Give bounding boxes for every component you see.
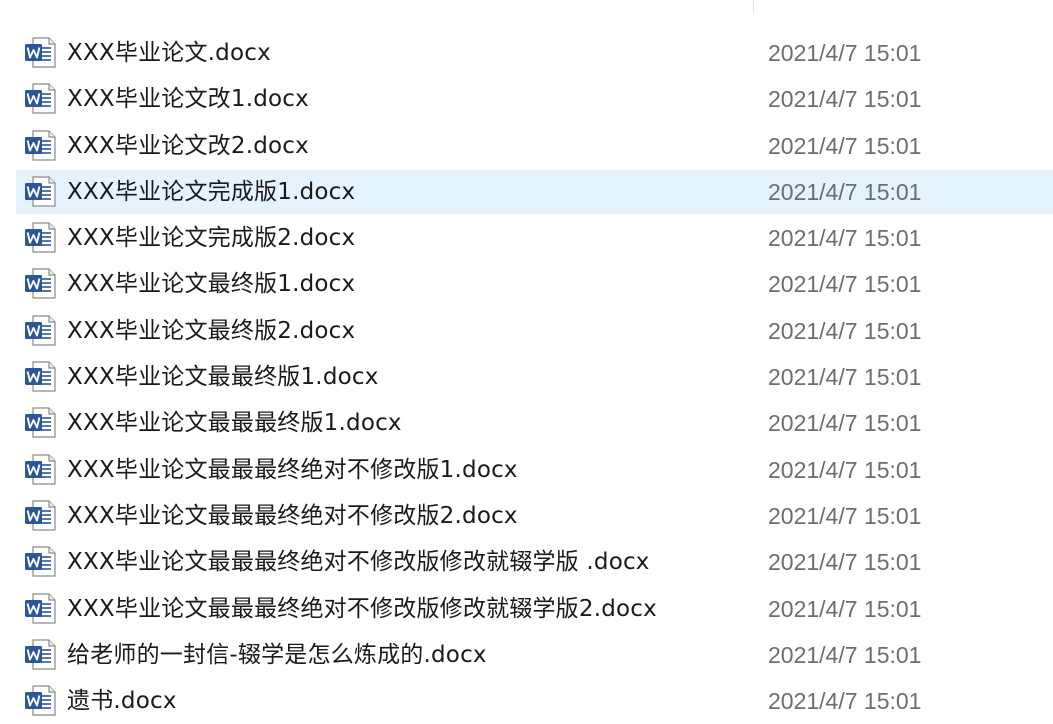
- file-name[interactable]: XXX毕业论文最终版1.docx: [67, 261, 355, 307]
- column-header[interactable]: [0, 0, 1053, 14]
- file-row[interactable]: XXX毕业论文改2.docx 2021/4/7 15:01: [0, 123, 1053, 169]
- file-modified-date: 2021/4/7 15:01: [768, 595, 922, 622]
- file-row[interactable]: XXX毕业论文最终版1.docx 2021/4/7 15:01: [0, 261, 1053, 307]
- file-modified-date: 2021/4/7 15:01: [768, 317, 922, 344]
- file-name[interactable]: XXX毕业论文完成版2.docx: [67, 215, 355, 261]
- word-document-icon: [24, 175, 57, 208]
- file-row[interactable]: XXX毕业论文.docx 2021/4/7 15:01: [0, 30, 1053, 76]
- word-document-icon: [24, 267, 57, 300]
- file-modified-date: 2021/4/7 15:01: [768, 225, 922, 252]
- word-document-icon: [24, 314, 57, 347]
- word-document-icon: [24, 360, 57, 393]
- file-row[interactable]: XXX毕业论文改1.docx 2021/4/7 15:01: [0, 76, 1053, 122]
- file-row[interactable]: 给老师的一封信-辍学是怎么炼成的.docx 2021/4/7 15:01: [0, 632, 1053, 678]
- file-modified-date: 2021/4/7 15:01: [768, 688, 922, 715]
- file-name[interactable]: XXX毕业论文最最最终绝对不修改版1.docx: [67, 447, 518, 493]
- file-modified-date: 2021/4/7 15:01: [768, 271, 922, 298]
- file-list: XXX毕业论文.docx 2021/4/7 15:01 XXX毕业论文改1.docx…: [0, 0, 1053, 722]
- file-name[interactable]: XXX毕业论文最最最终绝对不修改版2.docx: [67, 493, 518, 539]
- file-name[interactable]: XXX毕业论文改1.docx: [67, 76, 309, 122]
- file-modified-date: 2021/4/7 15:01: [768, 456, 922, 483]
- file-row[interactable]: XXX毕业论文最最最终绝对不修改版修改就辍学版 .docx 2021/4/7 15…: [0, 539, 1053, 585]
- file-name[interactable]: XXX毕业论文.docx: [67, 30, 271, 76]
- column-divider[interactable]: [753, 0, 754, 14]
- file-modified-date: 2021/4/7 15:01: [768, 549, 922, 576]
- file-rows: XXX毕业论文.docx 2021/4/7 15:01 XXX毕业论文改1.docx…: [0, 30, 1053, 724]
- word-document-icon: [24, 36, 57, 69]
- file-name[interactable]: XXX毕业论文改2.docx: [67, 123, 309, 169]
- word-document-icon: [24, 453, 57, 486]
- file-name[interactable]: 给老师的一封信-辍学是怎么炼成的.docx: [67, 632, 487, 678]
- file-row[interactable]: XXX毕业论文完成版2.docx 2021/4/7 15:01: [0, 215, 1053, 261]
- file-row[interactable]: XXX毕业论文完成版1.docx 2021/4/7 15:01: [0, 169, 1053, 215]
- word-document-icon: [24, 129, 57, 162]
- file-modified-date: 2021/4/7 15:01: [768, 502, 922, 529]
- word-document-icon: [24, 406, 57, 439]
- word-document-icon: [24, 82, 57, 115]
- file-name[interactable]: XXX毕业论文最最最终绝对不修改版修改就辍学版2.docx: [67, 586, 657, 632]
- file-modified-date: 2021/4/7 15:01: [768, 40, 922, 66]
- file-modified-date: 2021/4/7 15:01: [768, 178, 922, 205]
- file-row[interactable]: XXX毕业论文最最最终绝对不修改版1.docx 2021/4/7 15:01: [0, 447, 1053, 493]
- file-row[interactable]: XXX毕业论文最最最终绝对不修改版修改就辍学版2.docx 2021/4/7 15…: [0, 586, 1053, 632]
- file-row[interactable]: XXX毕业论文最终版2.docx 2021/4/7 15:01: [0, 308, 1053, 354]
- file-row[interactable]: 遗书.docx 2021/4/7 15:01: [0, 678, 1053, 724]
- word-document-icon: [24, 638, 57, 671]
- file-modified-date: 2021/4/7 15:01: [768, 132, 922, 159]
- word-document-icon: [24, 499, 57, 532]
- file-name[interactable]: XXX毕业论文最最最终绝对不修改版修改就辍学版 .docx: [67, 539, 650, 585]
- word-document-icon: [24, 592, 57, 625]
- file-name[interactable]: XXX毕业论文最终版2.docx: [67, 308, 355, 354]
- file-modified-date: 2021/4/7 15:01: [768, 364, 922, 391]
- file-row[interactable]: XXX毕业论文最最终版1.docx 2021/4/7 15:01: [0, 354, 1053, 400]
- file-row[interactable]: XXX毕业论文最最最终版1.docx 2021/4/7 15:01: [0, 400, 1053, 446]
- file-name[interactable]: XXX毕业论文最最最终版1.docx: [67, 400, 402, 446]
- file-modified-date: 2021/4/7 15:01: [768, 410, 922, 437]
- file-name[interactable]: XXX毕业论文完成版1.docx: [67, 169, 355, 215]
- word-document-icon: [24, 545, 57, 578]
- word-document-icon: [24, 684, 57, 717]
- file-name[interactable]: 遗书.docx: [67, 678, 177, 724]
- file-name[interactable]: XXX毕业论文最最终版1.docx: [67, 354, 379, 400]
- file-modified-date: 2021/4/7 15:01: [768, 86, 922, 113]
- file-modified-date: 2021/4/7 15:01: [768, 641, 922, 668]
- file-row[interactable]: XXX毕业论文最最最终绝对不修改版2.docx 2021/4/7 15:01: [0, 493, 1053, 539]
- word-document-icon: [24, 221, 57, 254]
